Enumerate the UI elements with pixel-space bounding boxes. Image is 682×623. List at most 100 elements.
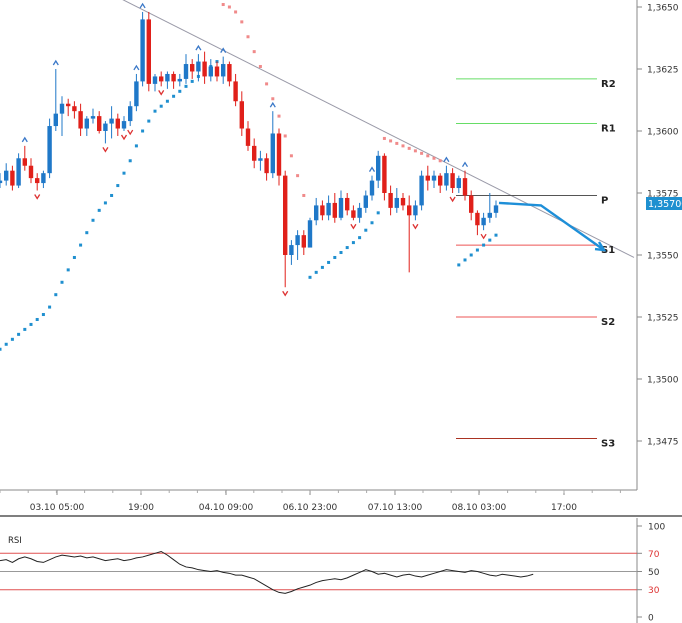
candle-body	[140, 19, 145, 82]
candle-body	[487, 212, 492, 218]
sar-dot	[172, 94, 176, 98]
candle-body	[214, 66, 220, 77]
sar-dot	[234, 10, 238, 14]
sar-dot	[370, 221, 374, 225]
sar-dot	[178, 89, 182, 93]
chart-canvas: R2R1PS1S2S3 1,36501,36251,36001,35751,35…	[0, 0, 682, 623]
sar-dot	[314, 270, 318, 274]
candle-body	[208, 66, 213, 77]
candle-body	[382, 155, 387, 193]
candle-body	[22, 158, 27, 166]
sar-dot	[48, 305, 52, 309]
candle-body	[35, 178, 40, 184]
sar-dot	[463, 258, 467, 262]
candle-body	[0, 180, 3, 184]
candle-body	[351, 210, 356, 218]
candle-body	[72, 106, 77, 112]
sar-dot	[395, 141, 399, 145]
pivot-level-label-p: P	[601, 195, 608, 206]
pivot-level-label-r1: R1	[601, 124, 616, 135]
candle-body	[295, 235, 300, 246]
price-tick-label: 1,3650	[647, 4, 679, 14]
candle-body	[245, 128, 251, 146]
sar-dot	[382, 136, 386, 140]
sar-dot	[389, 139, 393, 143]
candle-body	[283, 175, 288, 255]
sar-dot	[432, 156, 436, 160]
time-tick-label: 04.10 09:00	[199, 503, 254, 513]
sar-dot	[60, 280, 64, 284]
pivot-level-label-s2: S2	[601, 317, 615, 328]
candle-body	[78, 111, 83, 129]
sar-dot	[110, 193, 114, 197]
sar-dot	[376, 211, 380, 215]
time-tick-label: 06.10 23:00	[283, 503, 338, 513]
sar-dot	[159, 104, 163, 108]
sar-dot	[141, 129, 145, 133]
candle-body	[413, 205, 418, 216]
time-tick-label: 19:00	[128, 503, 154, 513]
rsi-tick-label: 0	[648, 614, 654, 623]
sar-dot	[147, 119, 151, 123]
candle-body	[177, 78, 182, 82]
sar-dot	[97, 208, 101, 212]
candle-body	[345, 197, 350, 211]
sar-dot	[17, 332, 21, 336]
sar-dot	[35, 317, 39, 321]
sar-dot	[345, 246, 349, 250]
sar-dot	[66, 268, 70, 272]
candle-body	[475, 212, 480, 226]
rsi-title: RSI	[8, 536, 22, 546]
candle-body	[28, 165, 34, 179]
candle-body	[270, 133, 275, 174]
candle-body	[407, 205, 412, 216]
candle-body	[146, 19, 151, 84]
candle-body	[444, 173, 449, 186]
candle-body	[53, 113, 58, 127]
candle-body	[357, 207, 362, 218]
sar-dot	[364, 228, 368, 232]
time-tick-label: 03.10 05:00	[30, 503, 85, 513]
candle-body	[363, 195, 368, 208]
candle-body	[134, 81, 139, 107]
sar-dot	[54, 293, 58, 297]
candle-body	[183, 64, 189, 79]
sar-dot	[494, 233, 498, 237]
candle-body	[109, 118, 114, 124]
sar-dot	[190, 79, 194, 83]
sar-dot	[308, 275, 312, 279]
candle-body	[190, 64, 195, 72]
sar-dot	[413, 149, 417, 153]
sar-dot	[153, 109, 157, 113]
sar-dot	[302, 193, 306, 197]
sar-dot	[407, 146, 411, 150]
price-tick-label: 1,3600	[647, 128, 679, 138]
candle-body	[264, 158, 269, 174]
candle-body	[41, 173, 46, 184]
candle-body	[419, 175, 424, 206]
candle-body	[196, 61, 201, 72]
candle-body	[469, 195, 474, 213]
sar-dot	[438, 159, 442, 163]
sar-dot	[85, 231, 89, 235]
candle-body	[438, 175, 443, 186]
sar-dot	[401, 144, 405, 148]
price-tick-label: 1,3525	[647, 314, 679, 324]
candle-body	[276, 133, 282, 176]
candle-body	[227, 64, 232, 82]
sar-dot	[23, 327, 27, 331]
candle-body	[103, 123, 108, 131]
sar-dot	[0, 347, 2, 351]
sar-dot	[252, 50, 256, 54]
candle-body	[47, 126, 52, 174]
sar-dot	[134, 144, 138, 148]
candle-body	[326, 202, 331, 216]
candle-body	[10, 170, 15, 186]
candle-body	[97, 116, 102, 131]
candle-body	[320, 205, 325, 216]
candle-body	[84, 118, 89, 129]
sar-dot	[475, 248, 479, 252]
candle-body	[121, 121, 127, 129]
sar-dot	[277, 114, 281, 118]
sar-dot	[165, 99, 169, 103]
